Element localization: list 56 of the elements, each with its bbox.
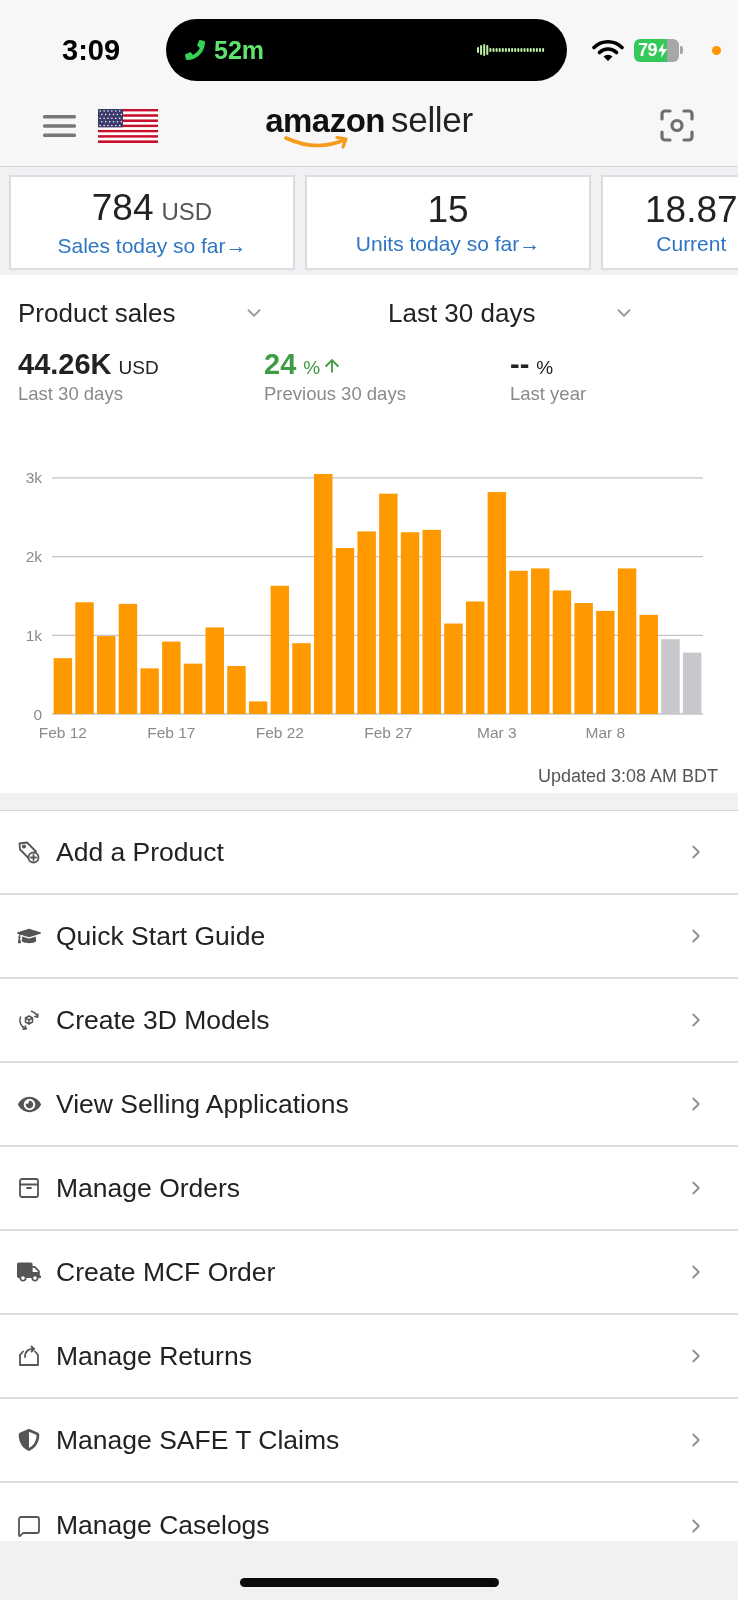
shield-icon — [18, 1429, 40, 1451]
axis-label: Feb 12 — [38, 724, 87, 741]
battery-percent: 79 — [638, 40, 658, 60]
metric-value: -- — [510, 349, 530, 379]
stat-value: 15 — [427, 189, 469, 230]
stat-unit: USD — [161, 196, 213, 227]
axis-label: Mar 3 — [477, 724, 517, 741]
chart-bar — [227, 666, 246, 714]
axis-label: 1k — [25, 626, 42, 644]
chat-bubble-icon — [17, 1513, 41, 1538]
metric-value: 44.26K — [18, 349, 112, 379]
metric-unit: % — [536, 356, 554, 380]
chart-bar — [248, 701, 268, 714]
period-dropdown[interactable]: Last 30 days — [388, 297, 635, 329]
stat-value: 784 — [91, 187, 154, 228]
stat-value: 18.87 — [645, 189, 738, 230]
call-activity-pill[interactable]: 52m — [166, 19, 568, 81]
tag-plus-icon — [17, 840, 41, 864]
chart-bar — [292, 643, 311, 714]
return-box-icon — [17, 1344, 41, 1368]
axis-label: Feb 27 — [364, 724, 413, 741]
rotating-cube-icon — [17, 1008, 41, 1032]
wifi-icon — [592, 38, 625, 62]
stat-link[interactable]: Current — [656, 231, 727, 256]
stat-link[interactable]: Sales today so far→ — [57, 233, 247, 258]
axis-label: 0 — [33, 705, 42, 723]
box-icon — [18, 1177, 40, 1199]
truck-icon — [17, 1260, 41, 1284]
chart-bar — [140, 668, 159, 714]
indicator-dot-icon — [712, 45, 722, 55]
bolt-icon — [658, 42, 668, 58]
metric-dropdown[interactable]: Product sales — [18, 297, 265, 329]
chart-bar — [183, 663, 203, 714]
scan-button[interactable] — [660, 109, 694, 142]
chart-bar — [53, 658, 73, 714]
metric-caption: Previous 30 days — [264, 383, 407, 405]
axis-label: Feb 17 — [147, 724, 196, 741]
menu-button[interactable] — [43, 114, 76, 137]
axis-label: Mar 8 — [585, 724, 626, 741]
waveform-icon — [477, 43, 546, 57]
stat-link[interactable]: Units today so far→ — [355, 231, 541, 256]
flag-icon[interactable] — [98, 108, 158, 143]
axis-label: Feb 22 — [255, 724, 304, 741]
call-duration: 52m — [214, 35, 265, 65]
axis-label: 3k — [25, 469, 42, 487]
axis-label: 2k — [25, 548, 42, 566]
logo-brand: amazon — [265, 103, 385, 139]
metric-unit: USD — [118, 356, 159, 380]
logo-suffix: seller — [391, 102, 473, 138]
metric-caption: Last year — [510, 383, 588, 405]
metric-unit: % — [303, 356, 321, 380]
updated-time-text: Updated 3:08 AM BDT — [537, 765, 718, 787]
phone-icon — [185, 40, 206, 60]
metric-caption: Last 30 days — [18, 383, 124, 405]
clock-time: 3:09 — [62, 33, 121, 67]
metric-value: 24 — [264, 349, 297, 379]
